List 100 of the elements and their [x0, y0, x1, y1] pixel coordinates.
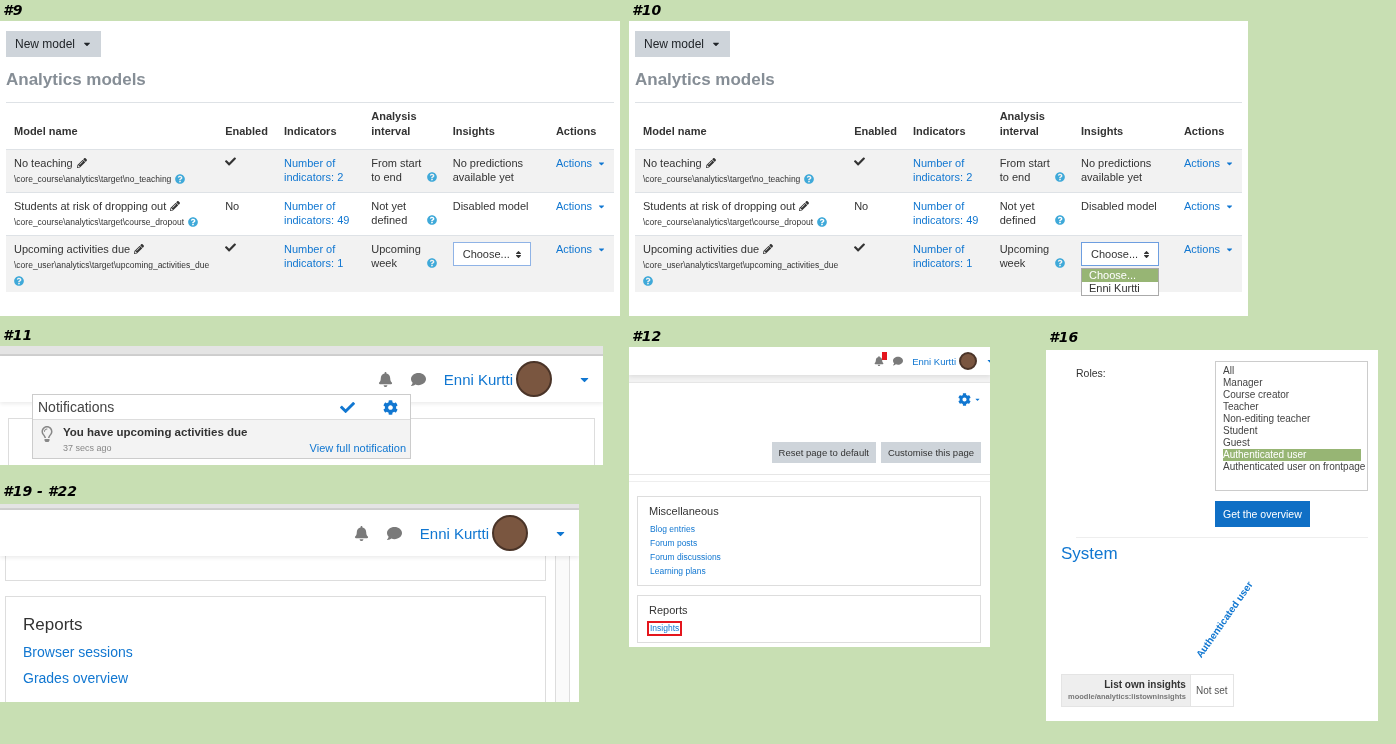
- settings-icon[interactable]: [383, 399, 398, 415]
- indicators-link[interactable]: Number of indicators: 2: [912, 156, 984, 184]
- help-icon[interactable]: [1055, 258, 1065, 268]
- actions-menu[interactable]: Actions: [1183, 156, 1234, 170]
- sort-icon: [513, 249, 523, 259]
- interval-text: From start to end: [371, 156, 423, 184]
- role-option[interactable]: Teacher: [1223, 401, 1361, 413]
- interval-text: Not yet defined: [371, 199, 409, 227]
- user-name[interactable]: Enni Kurtti: [912, 355, 956, 367]
- indicators-link[interactable]: Number of indicators: 1: [283, 242, 356, 270]
- actions-menu[interactable]: Actions: [555, 199, 606, 213]
- new-model-button[interactable]: New model: [635, 31, 731, 57]
- roles-listbox[interactable]: All Manager Course creator Teacher Non-editing teacher Student Guest Authenticated user Authenticated user on frontpage: [1215, 361, 1368, 491]
- enabled-text: No: [854, 200, 869, 212]
- block-link[interactable]: Learning plans: [649, 566, 707, 577]
- user-name[interactable]: Enni Kurtti: [443, 370, 513, 388]
- report-link[interactable]: Grades overview: [23, 670, 129, 686]
- avatar[interactable]: [492, 515, 528, 551]
- indicators-link[interactable]: Number of indicators: 1: [912, 242, 984, 270]
- avatar[interactable]: [516, 361, 552, 397]
- screenshot-number: #16: [1048, 328, 1079, 347]
- help-icon[interactable]: [1055, 215, 1065, 225]
- block-link[interactable]: Blog entries: [649, 524, 696, 535]
- model-name: Upcoming activities due: [643, 242, 760, 256]
- help-icon[interactable]: [643, 276, 653, 286]
- report-link[interactable]: Browser sessions: [23, 644, 133, 660]
- page-button[interactable]: Customise this page: [880, 442, 981, 463]
- column-header: Insights: [1073, 102, 1176, 150]
- pencil-icon[interactable]: [170, 201, 181, 211]
- avatar[interactable]: [959, 352, 977, 370]
- help-icon[interactable]: [426, 172, 437, 182]
- new-model-button[interactable]: New model: [6, 31, 102, 57]
- interval-text: Upcoming week: [999, 242, 1051, 270]
- indicators-link[interactable]: Number of indicators: 2: [283, 156, 356, 184]
- user-name[interactable]: Enni Kurtti: [419, 524, 489, 542]
- help-icon[interactable]: [14, 276, 24, 286]
- model-path: \core_course\analytics\target\course_dropout: [14, 216, 185, 229]
- screenshot-number: #11: [2, 326, 33, 345]
- settings-icon[interactable]: [958, 393, 971, 406]
- bell-icon[interactable]: [353, 525, 369, 541]
- pencil-icon[interactable]: [763, 244, 774, 254]
- actions-menu[interactable]: Actions: [1183, 199, 1234, 213]
- card-title: Reports: [23, 615, 84, 635]
- pencil-icon[interactable]: [134, 244, 145, 254]
- model-path: \core_course\analytics\target\no_teaching: [14, 173, 172, 186]
- roles-label: Roles:: [1076, 366, 1107, 381]
- scrollbar[interactable]: [555, 556, 570, 702]
- role-option[interactable]: Course creator: [1223, 389, 1361, 401]
- role-option[interactable]: Guest: [1223, 437, 1361, 449]
- role-option[interactable]: Manager: [1223, 377, 1361, 389]
- pencil-icon[interactable]: [799, 201, 810, 211]
- column-header: Model name: [6, 102, 218, 150]
- notification-time: 37 secs ago: [63, 443, 113, 453]
- page-button[interactable]: Reset page to default: [771, 442, 876, 463]
- help-icon[interactable]: [1055, 172, 1065, 182]
- help-icon[interactable]: [804, 174, 815, 184]
- bell-icon[interactable]: [874, 356, 885, 366]
- role-option[interactable]: Non-editing teacher: [1223, 413, 1361, 425]
- help-icon[interactable]: [426, 258, 437, 268]
- notification-item[interactable]: You have upcoming activities due 37 secs ago View full notification: [33, 420, 410, 458]
- column-header: Insights: [444, 102, 548, 150]
- block-link[interactable]: Forum discussions: [649, 552, 722, 563]
- help-icon[interactable]: [175, 174, 186, 184]
- page-title: Analytics models: [635, 70, 776, 90]
- role-option[interactable]: All: [1223, 365, 1361, 377]
- column-header: Indicators: [275, 102, 364, 150]
- role-option[interactable]: Student: [1223, 425, 1361, 437]
- chat-icon[interactable]: [386, 525, 402, 541]
- block-link[interactable]: Insights: [649, 623, 681, 634]
- model-path: \core_user\analytics\target\upcoming_activities_due: [14, 259, 210, 272]
- block-link[interactable]: Forum posts: [649, 538, 699, 549]
- chat-icon[interactable]: [410, 371, 426, 387]
- indicators-link[interactable]: Number of indicators: 49: [283, 199, 356, 227]
- bell-icon[interactable]: [377, 371, 393, 387]
- actions-menu[interactable]: Actions: [555, 242, 606, 256]
- actions-menu[interactable]: Actions: [1183, 242, 1234, 256]
- insights-text: Disabled model: [1081, 200, 1157, 212]
- insights-text: No predictions available yet: [452, 157, 523, 183]
- model-name: Upcoming activities due: [14, 242, 131, 256]
- page-title: Analytics models: [6, 70, 147, 90]
- help-icon[interactable]: [426, 215, 437, 225]
- model-name: No teaching: [14, 156, 73, 170]
- help-icon[interactable]: [817, 217, 828, 227]
- insights-select[interactable]: Choose...: [452, 242, 531, 266]
- get-overview-button[interactable]: Get the overview: [1215, 501, 1310, 527]
- column-header: Actions: [547, 102, 614, 150]
- sort-icon: [1142, 249, 1151, 259]
- indicators-link[interactable]: Number of indicators: 49: [912, 199, 984, 227]
- permission-cell: Not set: [1189, 675, 1233, 706]
- chat-icon[interactable]: [893, 356, 904, 366]
- caret-icon[interactable]: [974, 396, 981, 403]
- actions-menu[interactable]: Actions: [555, 156, 606, 170]
- help-icon[interactable]: [188, 217, 199, 227]
- view-notification-link[interactable]: View full notification: [309, 442, 406, 454]
- insights-select[interactable]: Choose...: [1081, 242, 1159, 266]
- pencil-icon[interactable]: [705, 158, 716, 168]
- screenshot-number: #9: [2, 1, 23, 20]
- interval-text: Not yet defined: [999, 199, 1037, 227]
- pencil-icon[interactable]: [76, 158, 87, 168]
- check-icon[interactable]: [340, 399, 355, 415]
